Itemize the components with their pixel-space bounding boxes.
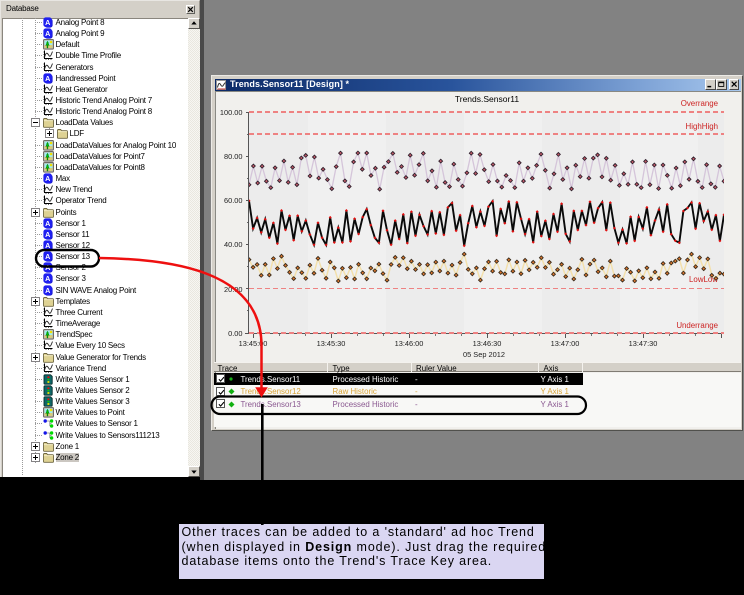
svg-text:A: A — [45, 230, 50, 239]
svg-text:A: A — [45, 174, 50, 183]
svg-text:A: A — [45, 252, 50, 261]
svg-text:A: A — [45, 29, 50, 38]
svg-text:A: A — [45, 241, 50, 250]
svg-text:A: A — [45, 218, 50, 227]
svg-text:A: A — [45, 74, 50, 83]
svg-text:A: A — [45, 18, 50, 27]
svg-text:A: A — [45, 285, 50, 294]
svg-text:A: A — [45, 274, 50, 283]
svg-text:A: A — [45, 263, 50, 272]
